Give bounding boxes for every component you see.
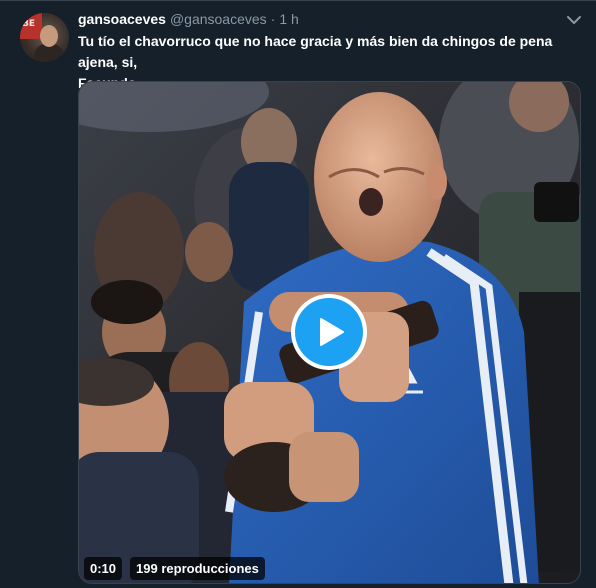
avatar-logo-text: BE — [22, 19, 36, 29]
user-handle[interactable]: @gansoaceves — [170, 11, 267, 27]
play-button[interactable] — [295, 298, 363, 366]
separator-dot: · — [270, 11, 276, 27]
video-meta: 0:10 199 reproducciones — [84, 556, 265, 580]
view-count: 199 reproducciones — [130, 556, 265, 580]
timestamp[interactable]: 1 h — [279, 11, 298, 27]
display-name[interactable]: gansoaceves — [78, 11, 166, 27]
tweet-header: gansoaceves @gansoaceves · 1 h — [78, 11, 299, 29]
tweet-text-line-1: Tu tío el chavorruco que no hace gracia … — [78, 33, 553, 70]
chevron-down-icon[interactable] — [566, 13, 582, 27]
avatar[interactable]: BE — [20, 13, 69, 62]
video-player[interactable]: 0:10 199 reproducciones — [78, 81, 581, 584]
tweet[interactable]: BE gansoaceves @gansoaceves · 1 h Tu tío… — [0, 0, 596, 588]
avatar-face — [40, 25, 58, 47]
play-icon — [319, 318, 344, 346]
video-duration: 0:10 — [84, 556, 123, 580]
